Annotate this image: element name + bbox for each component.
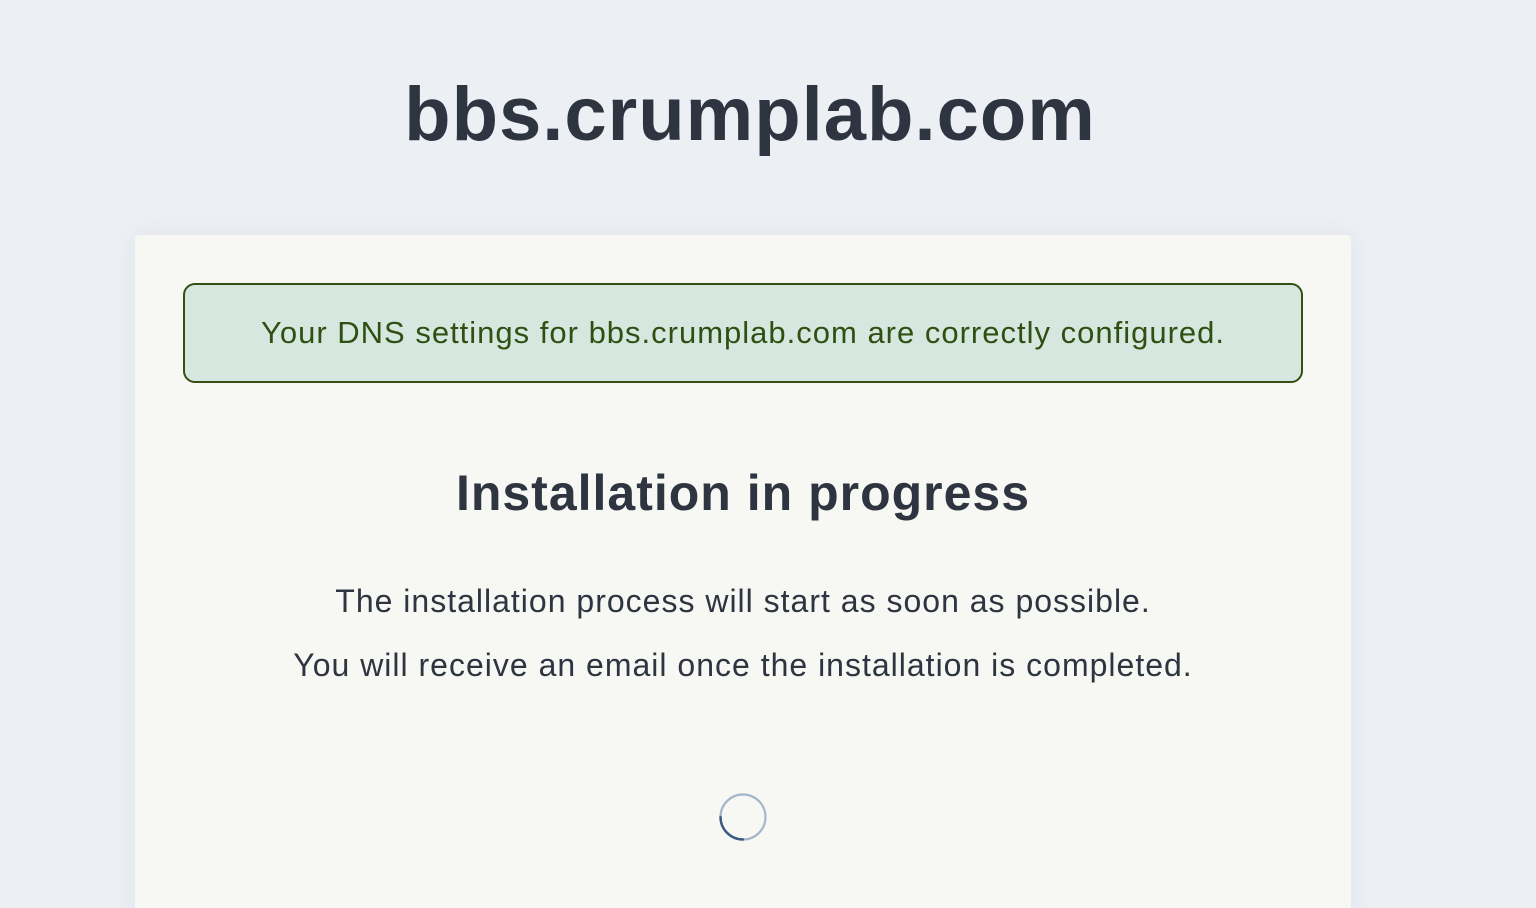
installation-email-notice: You will receive an email once the insta… — [293, 647, 1193, 683]
install-card: Your DNS settings for bbs.crumplab.com a… — [135, 235, 1351, 908]
installation-heading: Installation in progress — [455, 465, 1031, 521]
loading-spinner-icon — [719, 793, 767, 841]
site-title: bbs.crumplab.com — [404, 72, 1096, 157]
dns-success-alert: Your DNS settings for bbs.crumplab.com a… — [183, 283, 1303, 383]
dns-alert-message: Your DNS settings for bbs.crumplab.com a… — [261, 315, 1225, 350]
installation-status-line: The installation process will start as s… — [335, 583, 1151, 619]
